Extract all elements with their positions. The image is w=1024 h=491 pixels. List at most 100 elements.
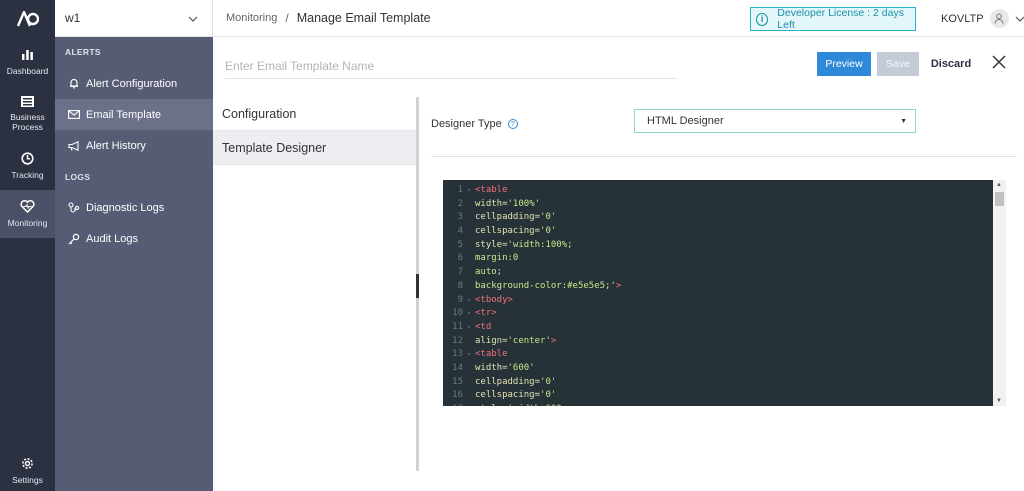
line-number: 16 <box>452 390 463 401</box>
breadcrumb-separator: / <box>285 11 289 25</box>
rail-item-business-process[interactable]: Business Process <box>0 90 55 138</box>
rail-label-business: Business <box>10 112 45 122</box>
secondary-sidebar: w1 ALERTS Alert Configuration Email Temp… <box>55 0 213 491</box>
code-text: <table <box>475 185 508 195</box>
discard-button[interactable]: Discard <box>926 52 976 76</box>
line-number: 15 <box>452 376 463 387</box>
code-text: cellspacing='0' <box>475 390 557 401</box>
code-lines: 1 ▾ <table 2 width='100%' 3 cellpadding='0' 4 ce… <box>443 180 1006 406</box>
close-icon[interactable] <box>991 54 1007 70</box>
rail-label-tracking: Tracking <box>11 170 44 180</box>
user-name: KOVLTP <box>941 12 984 25</box>
envelope-icon <box>67 110 81 119</box>
code-line: 14 width='600' <box>443 362 1006 376</box>
line-number: 7 <box>457 267 463 278</box>
clock-icon <box>21 152 34 167</box>
line-number: 5 <box>457 239 463 250</box>
sidebar-item-audit-logs[interactable]: Audit Logs <box>55 223 213 254</box>
code-text: align='center'> <box>475 335 557 346</box>
panel-resize-handle[interactable] <box>416 274 419 298</box>
line-number: 10 <box>452 308 463 319</box>
line-number: 13 <box>452 349 463 360</box>
fold-toggle-icon <box>465 239 473 253</box>
user-menu[interactable]: KOVLTP <box>941 0 1024 37</box>
logo-icon <box>16 10 39 26</box>
fold-toggle-icon <box>465 225 473 239</box>
line-number: 17 <box>443 403 465 406</box>
fold-toggle-icon <box>465 403 473 406</box>
code-line: 13 ▾ <table <box>443 348 1006 362</box>
line-number: 14 <box>452 362 463 373</box>
fold-toggle-icon <box>465 335 473 349</box>
divider <box>431 156 1017 157</box>
fold-toggle-icon <box>465 362 473 376</box>
sidebar-item-alert-configuration[interactable]: Alert Configuration <box>55 68 213 99</box>
code-text: width='600' <box>475 362 535 373</box>
line-number: 4 <box>457 226 463 237</box>
sidebar-item-label: Alert Configuration <box>86 77 178 90</box>
fold-toggle-icon[interactable]: ▾ <box>465 307 473 321</box>
designer-type-value: HTML Designer <box>647 115 724 127</box>
info-icon: i <box>756 12 769 26</box>
rail-item-tracking[interactable]: Tracking <box>0 146 55 186</box>
code-line: 2 width='100%' <box>443 198 1006 212</box>
designer-type-select[interactable]: HTML Designer ▼ <box>634 109 916 133</box>
diagnostic-icon <box>67 202 81 213</box>
code-text: style='width:100%; <box>475 239 573 250</box>
code-line: 7 auto; <box>443 266 1006 280</box>
code-text: style='width:600px; <box>473 403 578 406</box>
rail-label-dashboard: Dashboard <box>6 65 49 76</box>
scroll-thumb[interactable] <box>995 192 1004 206</box>
page-title: Manage Email Template <box>296 11 431 25</box>
code-text: margin:0 <box>475 253 519 264</box>
fold-toggle-icon[interactable]: ▾ <box>465 348 473 362</box>
tab-template-designer[interactable]: Template Designer <box>213 131 416 165</box>
fold-toggle-icon <box>465 211 473 225</box>
code-text: cellpadding='0' <box>475 212 557 223</box>
scroll-down-icon[interactable]: ▼ <box>996 398 1002 404</box>
code-line: 1 ▾ <table <box>443 184 1006 198</box>
rail-item-dashboard[interactable]: Dashboard <box>0 42 55 82</box>
code-line: 5 style='width:100%; <box>443 239 1006 253</box>
chevron-down-icon <box>1015 13 1024 25</box>
avatar <box>989 9 1009 28</box>
gear-icon <box>21 457 34 472</box>
code-line: 8 background-color:#e5e5e5;'> <box>443 280 1006 294</box>
bar-chart-icon <box>21 49 34 63</box>
scroll-up-icon[interactable]: ▲ <box>996 182 1002 188</box>
preview-button[interactable]: Preview <box>817 52 871 76</box>
editor-scrollbar[interactable]: ▲ ▼ <box>993 180 1006 406</box>
line-number: 8 <box>457 280 463 291</box>
code-text: width='100%' <box>475 198 541 209</box>
rail-item-settings[interactable]: Settings <box>0 452 55 490</box>
user-icon <box>994 13 1004 24</box>
tab-configuration[interactable]: Configuration <box>213 97 416 131</box>
code-text: cellpadding='0' <box>475 376 557 387</box>
code-text: <tr> <box>475 308 497 319</box>
help-icon[interactable]: ? <box>507 119 518 129</box>
save-button[interactable]: Save <box>877 52 919 76</box>
fold-toggle-icon[interactable]: ▾ <box>465 321 473 335</box>
sidebar-item-alert-history[interactable]: Alert History <box>55 130 213 161</box>
line-number: 9 <box>457 294 463 305</box>
line-number: 1 <box>457 185 463 195</box>
code-line: 6 margin:0 <box>443 252 1006 266</box>
code-line: 10 ▾ <tr> <box>443 307 1006 321</box>
code-editor[interactable]: 1 ▾ <table 2 width='100%' 3 cellpadding='0' 4 ce… <box>443 180 1006 406</box>
license-badge[interactable]: i Developer License : 2 days Left <box>750 7 916 31</box>
workspace-selector[interactable]: w1 <box>55 0 213 37</box>
app-logo[interactable] <box>0 0 55 37</box>
line-number: 3 <box>457 212 463 223</box>
fold-toggle-icon[interactable]: ▾ <box>465 294 473 308</box>
sidebar-item-diagnostic-logs[interactable]: Diagnostic Logs <box>55 192 213 223</box>
breadcrumb-monitoring[interactable]: Monitoring <box>226 12 277 24</box>
code-text: background-color:#e5e5e5;'> <box>475 280 622 291</box>
rail-item-monitoring[interactable]: Monitoring <box>0 190 55 238</box>
code-line: 11 ▾ <td <box>443 321 1006 335</box>
template-name-input[interactable] <box>225 54 677 79</box>
fold-toggle-icon[interactable]: ▾ <box>465 184 473 198</box>
code-line: 17 style='width:600px; <box>443 403 1006 406</box>
chevron-down-icon <box>188 11 198 25</box>
sidebar-item-email-template[interactable]: Email Template <box>55 99 213 130</box>
sidebar-item-label: Email Template <box>86 108 161 121</box>
